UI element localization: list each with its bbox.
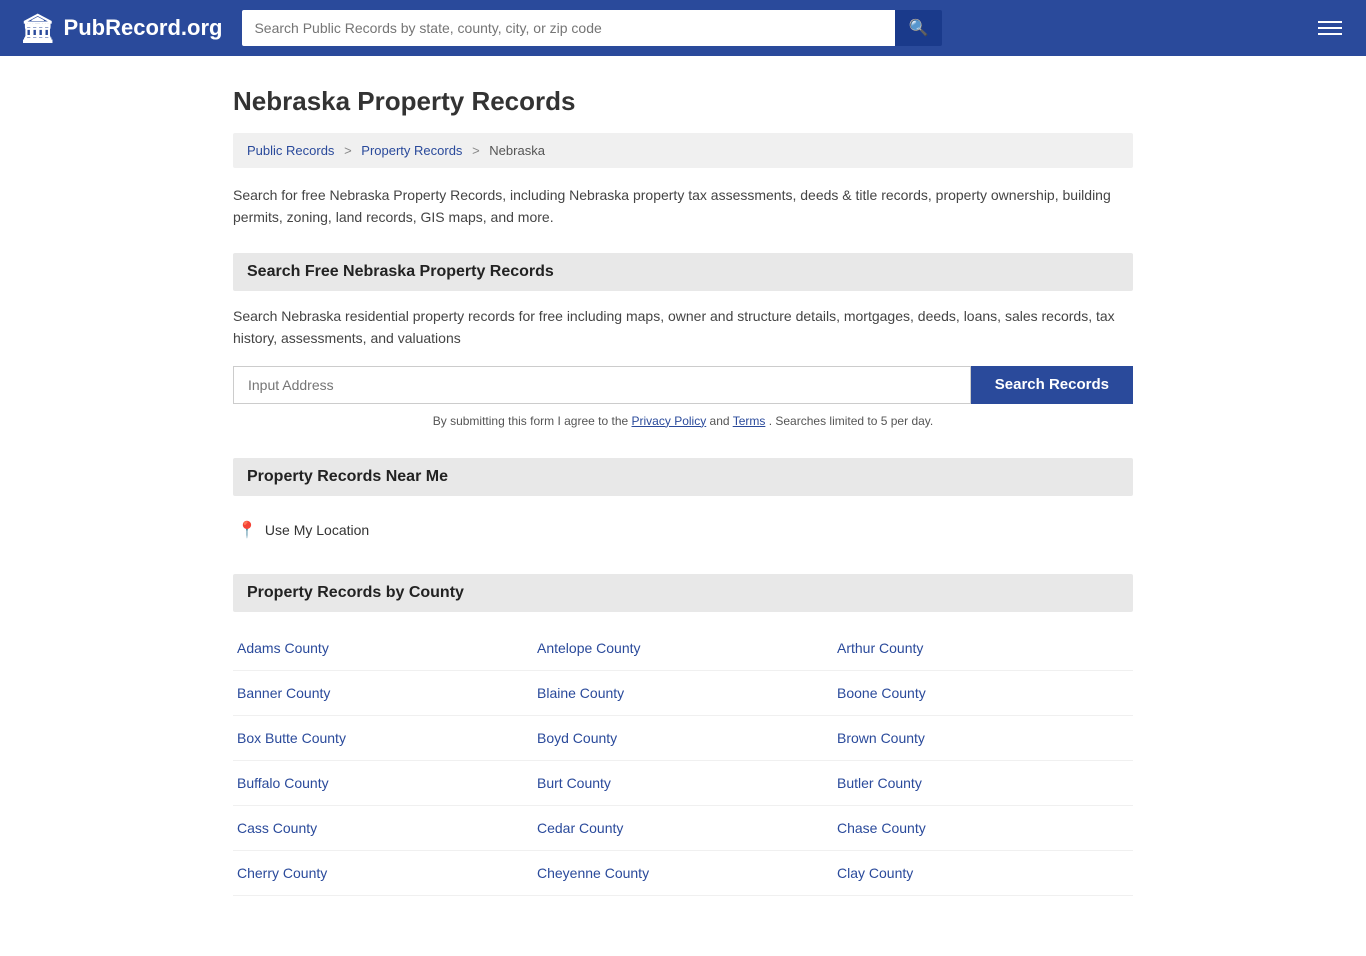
search-description: Search Nebraska residential property rec… — [233, 305, 1133, 350]
county-link[interactable]: Banner County — [237, 685, 330, 701]
form-disclaimer: By submitting this form I agree to the P… — [233, 414, 1133, 428]
list-item: Cass County — [233, 806, 533, 851]
breadcrumb-public-records[interactable]: Public Records — [247, 143, 334, 158]
location-pin-icon: 📍 — [237, 520, 257, 540]
county-link[interactable]: Box Butte County — [237, 730, 346, 746]
logo-area[interactable]: 🏛 PubRecord.org — [20, 12, 222, 45]
header-search-bar: 🔍 — [242, 10, 942, 46]
page-title: Nebraska Property Records — [233, 86, 1133, 117]
hamburger-line-3 — [1318, 33, 1342, 35]
list-item: Cherry County — [233, 851, 533, 896]
county-link[interactable]: Blaine County — [537, 685, 624, 701]
near-me-section: Property Records Near Me 📍 Use My Locati… — [233, 458, 1133, 550]
list-item: Cedar County — [533, 806, 833, 851]
disclaimer-end: . Searches limited to 5 per day. — [769, 414, 934, 428]
list-item: Chase County — [833, 806, 1133, 851]
list-item: Butler County — [833, 761, 1133, 806]
address-input[interactable] — [233, 366, 971, 404]
list-item: Clay County — [833, 851, 1133, 896]
search-section-header: Search Free Nebraska Property Records — [233, 253, 1133, 291]
list-item: Box Butte County — [233, 716, 533, 761]
list-item: Adams County — [233, 626, 533, 671]
list-item: Buffalo County — [233, 761, 533, 806]
list-item: Burt County — [533, 761, 833, 806]
disclaimer-text: By submitting this form I agree to the — [433, 414, 632, 428]
list-item: Arthur County — [833, 626, 1133, 671]
header-search-button[interactable]: 🔍 — [895, 10, 943, 46]
breadcrumb: Public Records > Property Records > Nebr… — [233, 133, 1133, 168]
hamburger-menu-button[interactable] — [1314, 17, 1346, 39]
address-search-form: Search Records — [233, 366, 1133, 404]
county-link[interactable]: Butler County — [837, 775, 922, 791]
hamburger-line-1 — [1318, 21, 1342, 23]
county-link[interactable]: Chase County — [837, 820, 926, 836]
list-item: Boone County — [833, 671, 1133, 716]
county-link[interactable]: Brown County — [837, 730, 925, 746]
terms-link[interactable]: Terms — [733, 414, 766, 428]
list-item: Boyd County — [533, 716, 833, 761]
county-link[interactable]: Cheyenne County — [537, 865, 649, 881]
use-location-label: Use My Location — [265, 522, 369, 538]
county-link[interactable]: Antelope County — [537, 640, 641, 656]
county-link[interactable]: Cherry County — [237, 865, 327, 881]
county-link[interactable]: Adams County — [237, 640, 329, 656]
list-item: Brown County — [833, 716, 1133, 761]
near-me-section-header: Property Records Near Me — [233, 458, 1133, 496]
list-item: Banner County — [233, 671, 533, 716]
county-section: Property Records by County Adams CountyA… — [233, 574, 1133, 896]
county-section-header: Property Records by County — [233, 574, 1133, 612]
list-item: Cheyenne County — [533, 851, 833, 896]
logo-text: PubRecord.org — [64, 15, 223, 41]
county-link[interactable]: Burt County — [537, 775, 611, 791]
use-my-location-button[interactable]: 📍 Use My Location — [233, 510, 1133, 550]
search-icon: 🔍 — [909, 20, 929, 37]
county-link[interactable]: Arthur County — [837, 640, 923, 656]
logo-icon: 🏛 — [20, 12, 56, 45]
hamburger-line-2 — [1318, 27, 1342, 29]
county-link[interactable]: Buffalo County — [237, 775, 329, 791]
page-description: Search for free Nebraska Property Record… — [233, 184, 1133, 229]
county-link[interactable]: Clay County — [837, 865, 913, 881]
county-link[interactable]: Cass County — [237, 820, 317, 836]
list-item: Blaine County — [533, 671, 833, 716]
search-records-button[interactable]: Search Records — [971, 366, 1133, 404]
list-item: Antelope County — [533, 626, 833, 671]
and-text: and — [710, 414, 733, 428]
privacy-policy-link[interactable]: Privacy Policy — [632, 414, 707, 428]
county-link[interactable]: Boone County — [837, 685, 926, 701]
breadcrumb-property-records[interactable]: Property Records — [361, 143, 462, 158]
search-section: Search Free Nebraska Property Records Se… — [233, 253, 1133, 428]
header-search-input[interactable] — [242, 10, 894, 46]
county-link[interactable]: Boyd County — [537, 730, 617, 746]
breadcrumb-nebraska: Nebraska — [489, 143, 545, 158]
county-link[interactable]: Cedar County — [537, 820, 623, 836]
county-grid: Adams County Antelope County Arthur County… — [233, 626, 1133, 896]
